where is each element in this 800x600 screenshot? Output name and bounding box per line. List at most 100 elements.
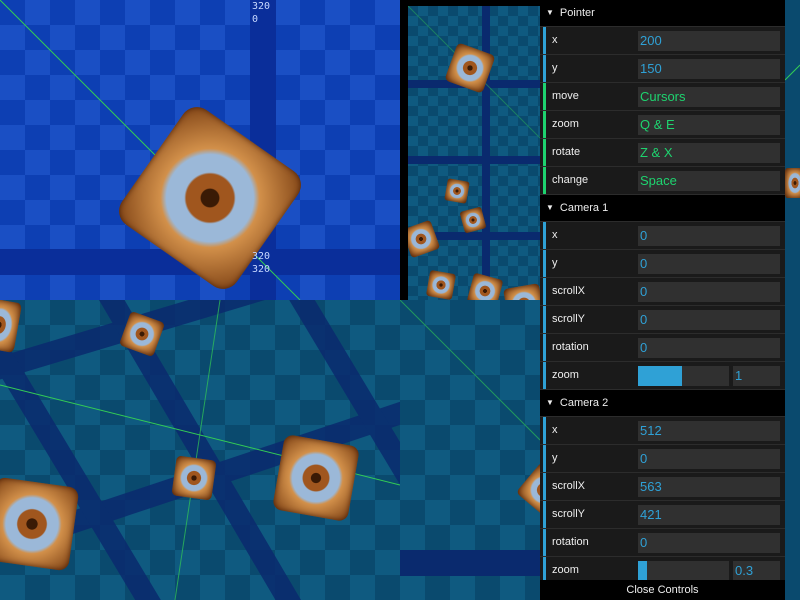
chevron-down-icon: ▼ (546, 203, 554, 212)
camera2-rotation-field[interactable]: 0 (638, 533, 780, 553)
controls-panel: ▼ Pointer x 200 y 150 move Cursors zoom Q & E… (540, 0, 785, 600)
eye-sprite (0, 300, 23, 353)
eye-sprite (785, 168, 800, 198)
row-stripe (543, 529, 546, 556)
camera-view-3[interactable] (0, 300, 400, 600)
control-label: scrollX (552, 480, 586, 492)
control-row: rotate Z & X (540, 139, 785, 167)
camera2-y-field[interactable]: 0 (638, 449, 780, 469)
row-stripe (543, 473, 546, 500)
control-label: move (552, 90, 579, 102)
row-stripe (543, 83, 546, 110)
folder-camera2-header[interactable]: ▼ Camera 2 (540, 390, 785, 417)
eye-sprite (271, 433, 361, 523)
camera-view-5[interactable] (785, 0, 800, 600)
control-row: change Space (540, 167, 785, 195)
eye-sprite (171, 455, 217, 501)
eye-sprite (515, 461, 540, 519)
camera1-x-field[interactable]: 0 (638, 226, 780, 246)
control-row: scrollY 0 (540, 306, 785, 334)
camera1-zoom-slider[interactable] (638, 366, 729, 386)
pointer-y-field[interactable]: 150 (638, 59, 780, 79)
camera2-zoom-slider[interactable] (638, 561, 729, 581)
folder-title: Camera 2 (559, 397, 609, 409)
control-row: move Cursors (540, 83, 785, 111)
folder-pointer-header[interactable]: ▼ Pointer (540, 0, 785, 27)
chevron-down-icon: ▼ (546, 398, 554, 407)
camera1-y-field[interactable]: 0 (638, 254, 780, 274)
row-stripe (543, 111, 546, 138)
control-row: rotation 0 (540, 334, 785, 362)
camera2-scrollx-field[interactable]: 563 (638, 477, 780, 497)
camera1-scrolly-field[interactable]: 0 (638, 310, 780, 330)
control-row: y 150 (540, 55, 785, 83)
control-row: y0 (540, 250, 785, 278)
control-label: x (552, 229, 558, 241)
slider-fill (638, 366, 682, 386)
control-label: y (552, 452, 558, 464)
close-controls-button[interactable]: Close Controls (540, 580, 785, 600)
camera1-zoom-value[interactable]: 1 (733, 366, 780, 386)
row-stripe (543, 417, 546, 444)
pointer-zoom-field[interactable]: Q & E (638, 115, 780, 135)
row-stripe (543, 362, 546, 389)
coord-label: 320 (252, 251, 271, 262)
row-stripe (543, 445, 546, 472)
row-stripe (543, 250, 546, 277)
row-stripe (543, 501, 546, 528)
pointer-controls: x 200 y 150 move Cursors zoom Q & E rotate Z … (540, 27, 785, 195)
control-row: x 200 (540, 27, 785, 55)
row-stripe (543, 306, 546, 333)
camera-view-4[interactable] (400, 300, 540, 600)
eye-sprite (425, 269, 457, 300)
control-row: scrollX 0 (540, 278, 785, 306)
grid-band-horizontal (408, 156, 540, 164)
camera-view-1[interactable]: 320 0 320 320 (0, 0, 400, 300)
control-label: x (552, 34, 558, 46)
camera2-zoom-value[interactable]: 0.3 (733, 561, 780, 581)
camera2-controls: x 512 y0 scrollX 563 scrollY 421 rotation 0 … (540, 417, 785, 585)
control-row: zoom Q & E (540, 111, 785, 139)
pointer-rotate-field[interactable]: Z & X (638, 143, 780, 163)
slider-fill (638, 561, 648, 581)
row-stripe (543, 167, 546, 194)
control-label: y (552, 62, 558, 74)
camera1-scrollx-field[interactable]: 0 (638, 282, 780, 302)
grid-band-vertical (482, 6, 490, 300)
pointer-move-field[interactable]: Cursors (638, 87, 780, 107)
folder-camera1-header[interactable]: ▼ Camera 1 (540, 195, 785, 222)
control-label: zoom (552, 369, 579, 381)
pointer-change-field[interactable]: Space (638, 171, 780, 191)
camera2-x-field[interactable]: 512 (638, 421, 780, 441)
control-row: x 512 (540, 417, 785, 445)
control-row: scrollY 421 (540, 501, 785, 529)
eye-sprite (466, 272, 504, 300)
eye-sprite (408, 219, 441, 259)
row-stripe (543, 139, 546, 166)
control-label: scrollY (552, 508, 586, 520)
control-label: change (552, 174, 589, 186)
camera1-rotation-field[interactable]: 0 (638, 338, 780, 358)
row-stripe (543, 278, 546, 305)
eye-sprite (503, 283, 540, 300)
pointer-x-field[interactable]: 200 (638, 31, 780, 51)
folder-title: Camera 1 (559, 202, 609, 214)
row-stripe (543, 27, 546, 54)
grid-band-horizontal (400, 550, 540, 576)
camera-view-2[interactable] (408, 6, 540, 300)
control-row: y0 (540, 445, 785, 473)
control-label: zoom (552, 118, 579, 130)
control-row: x0 (540, 222, 785, 250)
camera2-scrolly-field[interactable]: 421 (638, 505, 780, 525)
folder-title: Pointer (559, 7, 595, 19)
control-label: rotate (552, 146, 581, 158)
chevron-down-icon: ▼ (546, 8, 554, 17)
control-label: rotation (552, 341, 589, 353)
control-label: rotation (552, 536, 589, 548)
row-stripe (543, 55, 546, 82)
eye-sprite (0, 476, 80, 572)
control-label: scrollX (552, 285, 586, 297)
camera1-controls: x0 y0 scrollX 0 scrollY 0 rotation 0 zoom 1 (540, 222, 785, 390)
control-label: x (552, 424, 558, 436)
control-label: y (552, 257, 558, 269)
